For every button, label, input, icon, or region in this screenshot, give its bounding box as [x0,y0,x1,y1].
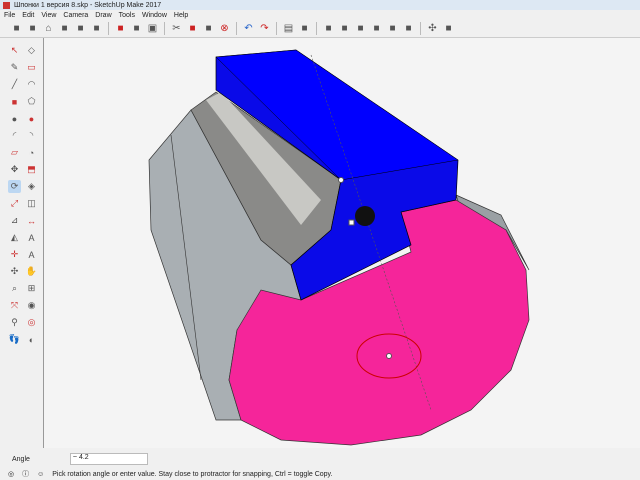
dimension-tool-icon[interactable]: ↔ [25,214,38,227]
front-icon[interactable]: ■ [74,22,87,35]
angle-input[interactable]: ~ 4.2 [69,453,148,465]
prev-tool-icon[interactable]: ◉ [25,299,38,312]
save-icon[interactable]: ▣ [146,22,159,35]
toolbar-separator [108,22,109,35]
shaded-icon[interactable]: ■ [370,22,383,35]
hidden-line-icon[interactable]: ■ [354,22,367,35]
menu-help[interactable]: Help [174,12,188,19]
open-red-icon[interactable]: ■ [114,22,127,35]
paint-tool-icon[interactable]: ✎ [8,61,21,74]
delete-icon[interactable]: ⊗ [218,22,231,35]
position-tool-icon[interactable]: ⚲ [8,316,21,329]
right-icon[interactable]: ■ [90,22,103,35]
menu-camera[interactable]: Camera [63,12,88,19]
menu-bar: File Edit View Camera Draw Tools Window Help [0,10,188,20]
lookaround-tool-icon[interactable]: ◎ [25,316,38,329]
shaded-texture-icon[interactable]: ■ [386,22,399,35]
section-tool-icon[interactable]: ◐ [25,333,38,346]
menu-draw[interactable]: Draw [95,12,111,19]
move-tool-icon[interactable]: ✥ [8,163,21,176]
main-toolbar: ■ ■ ⌂ ■ ■ ■ ■ ■ ▣ ✂ ■ ■ ⊗ ↶ ↷ ▤ ■ ■ ■ ■ ■ ■ ■ ✣ ■ [0,20,640,38]
monochrome-icon[interactable]: ■ [402,22,415,35]
arc3-tool-icon[interactable]: ◝ [25,129,38,142]
measurements-box: Angle ~ 4.2 [12,453,148,465]
toolbar-separator [164,22,165,35]
status-text: Pick rotation angle or enter value. Stay… [52,470,333,478]
pushpull-tool-icon[interactable]: ⬒ [25,163,38,176]
tape-tool-icon[interactable]: ⊿ [8,214,21,227]
vcb-label: Angle [12,455,30,463]
menu-edit[interactable]: Edit [22,12,34,19]
rotated-tool-icon[interactable]: ▱ [8,146,21,159]
top-icon[interactable]: ■ [58,22,71,35]
menu-window[interactable]: Window [142,12,167,19]
window-title: Шпонки 1 версия 8.skp - SketchUp Make 20… [14,1,162,9]
orbit-tool-icon[interactable]: ✣ [8,265,21,278]
eraser2-tool-icon[interactable]: ▭ [25,61,38,74]
open-folder-icon[interactable]: ■ [130,22,143,35]
status-bar: ◎ ⓘ ☺ Pick rotation angle or enter value… [0,468,640,480]
circle2-tool-icon[interactable]: ● [25,112,38,125]
menu-file[interactable]: File [4,12,15,19]
section-icon[interactable]: ■ [442,22,455,35]
toolbar-separator [316,22,317,35]
circle-tool-icon[interactable]: ● [8,112,21,125]
pie-tool-icon[interactable]: ◔ [25,146,38,159]
arc2-tool-icon[interactable]: ◜ [8,129,21,142]
offset-tool-icon[interactable]: ◫ [25,197,38,210]
toolbar-separator [420,22,421,35]
user-icon: ☺ [37,470,45,478]
left-toolbar: ↖ ◇ ✎ ▭ ╱ ◠ ■ ⬠ ● ● ◜ ◝ ▱ ◔ ✥ ⬒ ⟳ ◈ ⤢ ◫ ⊿ ↔ ◭ A ✛ A ✣ ✋ ⌕ ⊞ ⤧ ◉ ⚲ ◎ 👣 ◐ [8,44,42,346]
redo-icon[interactable]: ↷ [258,22,271,35]
app-icon [3,1,10,9]
pencil-tool-icon[interactable]: ╱ [8,78,21,91]
model-info-icon[interactable]: ■ [298,22,311,35]
arc-tool-icon[interactable]: ◠ [25,78,38,91]
walk-tool-icon[interactable]: 👣 [8,333,21,346]
print-icon[interactable]: ▤ [282,22,295,35]
zoomext-tool-icon[interactable]: ⤧ [8,299,21,312]
zoom-tool-icon[interactable]: ⌕ [8,282,21,295]
info-icon: ⓘ [22,471,30,478]
scale-tool-icon[interactable]: ⤢ [8,197,21,210]
title-bar: Шпонки 1 версия 8.skp - SketchUp Make 20… [0,0,640,10]
toolbar-separator [236,22,237,35]
protractor-tool-icon[interactable]: ◭ [8,231,21,244]
paste-icon[interactable]: ■ [202,22,215,35]
polygon-tool-icon[interactable]: ⬠ [25,95,38,108]
undo-icon[interactable]: ↶ [242,22,255,35]
rectangle-tool-icon[interactable]: ■ [8,95,21,108]
iso-icon[interactable]: ■ [26,22,39,35]
orbit-icon[interactable]: ✣ [426,22,439,35]
rotate-cursor [355,206,375,226]
text-tool-icon[interactable]: A [25,231,38,244]
toolbar-separator [276,22,277,35]
geo-icon: ◎ [8,471,15,478]
home-icon[interactable]: ⌂ [42,22,55,35]
axes-tool-icon[interactable]: ✛ [8,248,21,261]
paint-icon[interactable]: ■ [186,22,199,35]
wireframe-icon[interactable]: ■ [338,22,351,35]
zoomwindow-tool-icon[interactable]: ⊞ [25,282,38,295]
pan-tool-icon[interactable]: ✋ [25,265,38,278]
views-icon[interactable]: ■ [10,22,23,35]
eraser-tool-icon[interactable]: ◇ [25,44,38,57]
select-tool-icon[interactable]: ↖ [8,44,21,57]
model-viewport[interactable] [43,38,640,448]
cut-icon[interactable]: ✂ [170,22,183,35]
followme-tool-icon[interactable]: ◈ [25,180,38,193]
menu-view[interactable]: View [41,12,56,19]
3dtext-tool-icon[interactable]: A [25,248,38,261]
rotate-tool-icon[interactable]: ⟳ [8,180,21,193]
menu-tools[interactable]: Tools [119,12,135,19]
xray-icon[interactable]: ■ [322,22,335,35]
